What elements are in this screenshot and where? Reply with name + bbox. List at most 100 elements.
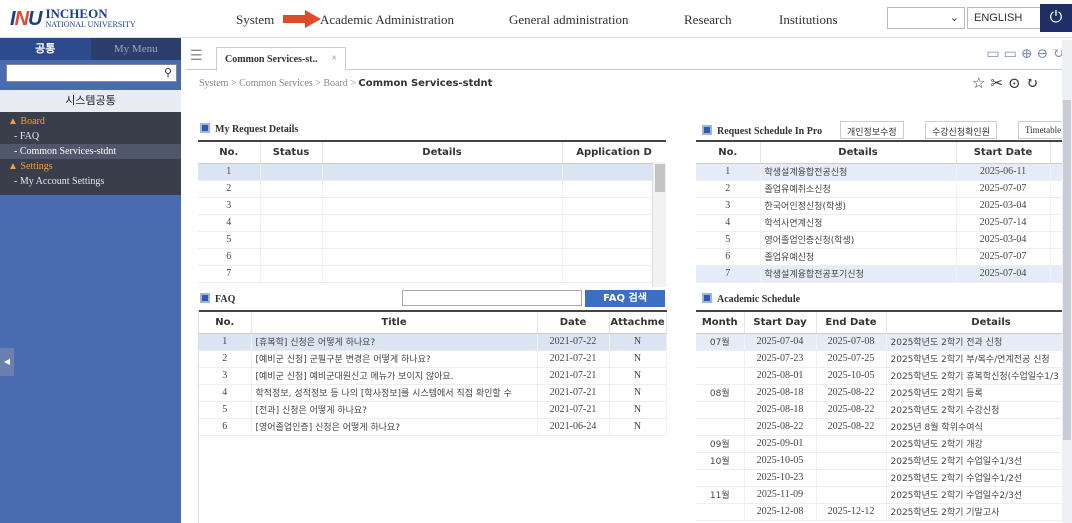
table-row[interactable]: 4 학적정보, 성적정보 등 나의 [학사정보]를 시스템에서 직접 확인할 수2… bbox=[199, 384, 667, 402]
col-application-date[interactable]: Application D bbox=[562, 140, 666, 164]
table-row[interactable]: 08월 2025-08-18 2025-08-22 2025학년도 2학기 등록 bbox=[696, 384, 1072, 402]
table-row[interactable]: 5 [전과] 신청은 어떻게 하나요? 2021-07-21 N bbox=[199, 401, 667, 419]
col-attachment[interactable]: Attachme bbox=[609, 310, 667, 334]
zoom-in-icon[interactable]: ⊕ bbox=[1021, 47, 1037, 62]
table-row[interactable]: 2졸업유예취소신청2025-07-072( bbox=[696, 180, 1072, 198]
tab-timetable[interactable]: Timetable bbox=[1018, 121, 1069, 139]
close-icon[interactable]: × bbox=[331, 53, 337, 64]
menu-general-administration[interactable]: General administration bbox=[509, 12, 629, 28]
table-row[interactable]: 11월 2025-11-09 2025학년도 2학기 수업일수2/3선 bbox=[696, 486, 1072, 504]
table-row[interactable]: 2025-07-23 2025-07-25 2025학년도 2학기 부/복수/연계전… bbox=[696, 350, 1072, 368]
scroll-thumb[interactable] bbox=[655, 164, 665, 192]
cell-no: 2 bbox=[199, 350, 252, 368]
tree-group-board[interactable]: ▲ Board bbox=[0, 114, 181, 129]
table-row[interactable]: 2 bbox=[198, 180, 666, 198]
col-no[interactable]: No. bbox=[199, 310, 252, 334]
table-row[interactable]: 2 [예비군 신청] 군필구분 변경은 어떻게 하나요? 2021-07-21 N bbox=[199, 350, 667, 368]
table-row[interactable]: 2025-08-18 2025-08-22 2025학년도 2학기 수강신청 bbox=[696, 401, 1072, 419]
table-row[interactable]: 2025-08-22 2025-08-22 2025년 8월 학위수여식 bbox=[696, 418, 1072, 436]
cell-details: 영어졸업인증신청(학생) bbox=[760, 231, 957, 249]
star-icon[interactable]: ☆ bbox=[972, 76, 990, 92]
tree-item-common-services[interactable]: - Common Services-stdnt bbox=[0, 144, 181, 159]
table-row[interactable]: 6 bbox=[198, 248, 666, 266]
faq-search-input[interactable] bbox=[402, 290, 582, 306]
cell-details: 2025학년도 2학기 기말고사 bbox=[886, 503, 1072, 521]
menu-institutions[interactable]: Institutions bbox=[779, 12, 838, 28]
tab-personal-info-edit[interactable]: 개인정보수정 bbox=[840, 121, 904, 139]
tab-course-registration-confirm[interactable]: 수강신청확인원 bbox=[925, 121, 997, 139]
help-icon[interactable]: ⊙ bbox=[1008, 76, 1026, 92]
table-row[interactable]: 10월 2025-10-05 2025학년도 2학기 수업일수1/3선 bbox=[696, 452, 1072, 470]
table-row[interactable]: 3 [예비군 신청] 예비군대원신고 메뉴가 보이지 않아요. 2021-07-21… bbox=[199, 367, 667, 385]
table-row[interactable]: 4학석사연계신청2025-07-142( bbox=[696, 214, 1072, 232]
window-alt-icon[interactable]: ▭ bbox=[1004, 47, 1021, 62]
tab-common[interactable]: 공통 bbox=[0, 38, 91, 60]
university-logo[interactable]: INU INCHEON NATIONAL UNIVERSITY bbox=[10, 6, 136, 32]
chevron-down-icon: ⌄ bbox=[949, 12, 959, 24]
page-scrollbar[interactable] bbox=[1062, 40, 1072, 523]
table-row[interactable]: 5영어졸업인증신청(학생)2025-03-042( bbox=[696, 231, 1072, 249]
refresh-icon[interactable]: ↻ bbox=[1026, 76, 1044, 92]
tree-item-my-account-settings[interactable]: - My Account Settings bbox=[0, 174, 181, 189]
col-no[interactable]: No. bbox=[198, 140, 261, 164]
cell-title[interactable]: [예비군 신청] 예비군대원신고 메뉴가 보이지 않아요. bbox=[251, 367, 538, 385]
table-row[interactable]: 2025-12-08 2025-12-12 2025학년도 2학기 기말고사 bbox=[696, 503, 1072, 521]
table-row[interactable]: 2025-10-23 2025학년도 2학기 수업일수1/2선 bbox=[696, 469, 1072, 487]
table-row[interactable]: 7 bbox=[198, 265, 666, 283]
table-row[interactable]: 5 bbox=[198, 231, 666, 249]
power-logout-icon[interactable]: ⏻ bbox=[1040, 4, 1072, 32]
cell-end bbox=[816, 486, 887, 504]
table-row[interactable]: 6 [영어졸업인증] 신청은 어떻게 하나요? 2021-06-24 N bbox=[199, 418, 667, 436]
col-end-date[interactable]: End Date bbox=[816, 310, 887, 334]
faq-search-button[interactable]: FAQ 검색 bbox=[585, 290, 665, 307]
tab-common-services[interactable]: Common Services-st.. × bbox=[216, 47, 346, 71]
cell-title[interactable]: [휴복학] 신청은 어떻게 하나요? bbox=[251, 333, 538, 351]
window-icon[interactable]: ▭ bbox=[986, 47, 1003, 62]
search-icon[interactable]: ⚲ bbox=[164, 66, 172, 79]
cell-title[interactable]: [전과] 신청은 어떻게 하나요? bbox=[251, 401, 538, 419]
menu-academic-administration[interactable]: Academic Administration bbox=[320, 12, 454, 28]
settings-icon[interactable]: ✂ bbox=[990, 76, 1008, 92]
zoom-out-icon[interactable]: ⊖ bbox=[1037, 47, 1053, 62]
col-details[interactable]: Details bbox=[760, 140, 957, 164]
menu-toggle-icon[interactable]: ☰ bbox=[190, 48, 203, 65]
menu-system[interactable]: System bbox=[236, 12, 274, 28]
request-scrollbar[interactable] bbox=[652, 162, 666, 287]
breadcrumb-current: Common Services-stdnt bbox=[358, 78, 493, 89]
col-status[interactable]: Status bbox=[260, 140, 323, 164]
col-no[interactable]: No. bbox=[696, 140, 761, 164]
table-row[interactable]: 1 [휴복학] 신청은 어떻게 하나요? 2021-07-22 N bbox=[199, 333, 667, 351]
table-row[interactable]: 1 bbox=[198, 163, 666, 181]
table-row[interactable]: 1학생설계융합전공신청2025-06-112( bbox=[696, 163, 1072, 181]
table-row[interactable]: 3 bbox=[198, 197, 666, 215]
cell-details: 2025학년도 2학기 개강 bbox=[886, 435, 1072, 453]
table-row[interactable]: 7학생설계융합전공포기신청2025-07-042( bbox=[696, 265, 1072, 283]
table-row[interactable]: 3한국어인정신청(학생)2025-03-042( bbox=[696, 197, 1072, 215]
cell-title[interactable]: 학적정보, 성적정보 등 나의 [학사정보]를 시스템에서 직접 확인할 수 bbox=[251, 384, 538, 402]
sidebar-search-input[interactable]: ⚲ bbox=[6, 64, 177, 82]
col-details[interactable]: Details bbox=[322, 140, 563, 164]
menu-research[interactable]: Research bbox=[684, 12, 732, 28]
col-details[interactable]: Details bbox=[886, 310, 1072, 334]
table-row[interactable]: 09월 2025-09-01 2025학년도 2학기 개강 bbox=[696, 435, 1072, 453]
scroll-thumb[interactable] bbox=[1063, 100, 1071, 440]
col-start-day[interactable]: Start Day bbox=[744, 310, 817, 334]
col-start-date[interactable]: Start Date bbox=[956, 140, 1051, 164]
tree-group-settings[interactable]: ▲ Settings bbox=[0, 159, 181, 174]
cell-title[interactable]: [영어졸업인증] 신청은 어떻게 하나요? bbox=[251, 418, 538, 436]
tree-item-faq[interactable]: - FAQ bbox=[0, 129, 181, 144]
panel-title-request: My Request Details bbox=[200, 123, 298, 135]
sidebar-collapse-handle[interactable]: ◀ bbox=[0, 348, 14, 376]
tab-my-menu[interactable]: My Menu bbox=[90, 38, 181, 60]
table-row[interactable]: 07월 2025-07-04 2025-07-08 2025학년도 2학기 전과 신청 bbox=[696, 333, 1072, 351]
table-row[interactable]: 4 bbox=[198, 214, 666, 232]
cell-end bbox=[816, 469, 887, 487]
col-date[interactable]: Date bbox=[537, 310, 610, 334]
col-month[interactable]: Month bbox=[696, 310, 745, 334]
table-row[interactable]: 2025-08-01 2025-10-05 2025학년도 2학기 휴복학신청(수업… bbox=[696, 367, 1072, 385]
blank-select[interactable]: ⌄ bbox=[887, 7, 965, 29]
table-row[interactable]: 6졸업유예신청2025-07-072( bbox=[696, 248, 1072, 266]
cell-title[interactable]: [예비군 신청] 군필구분 변경은 어떻게 하나요? bbox=[251, 350, 538, 368]
col-title[interactable]: Title bbox=[251, 310, 538, 334]
cell-attachment: N bbox=[609, 384, 667, 402]
